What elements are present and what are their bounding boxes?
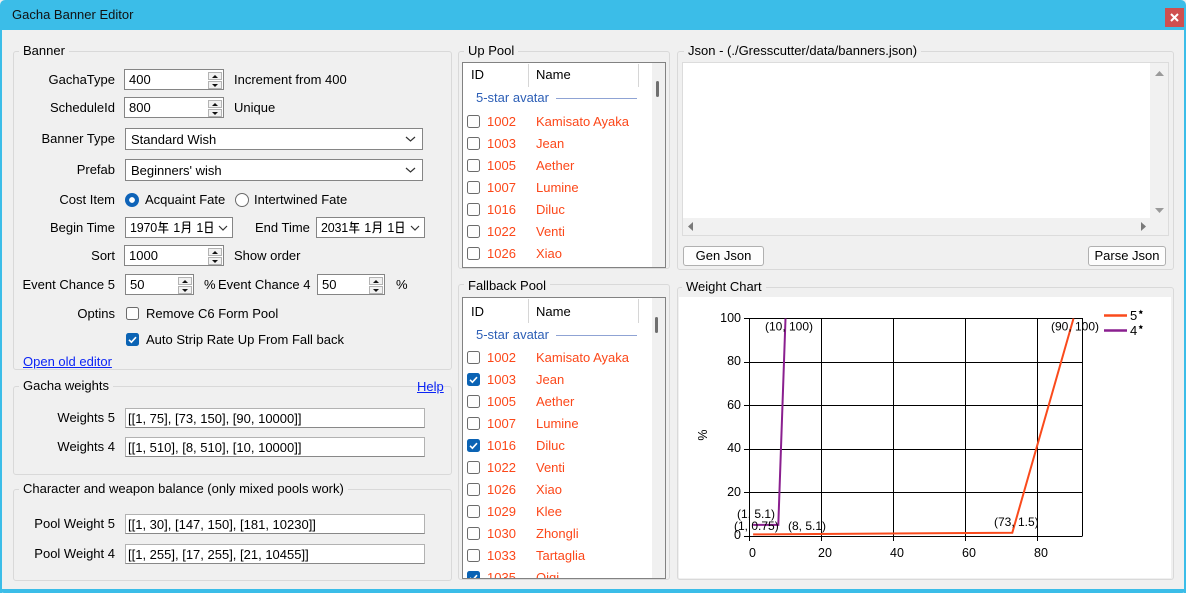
svg-text:(10, 100): (10, 100) [765,320,813,334]
svg-text:40: 40 [727,441,741,455]
svg-text:4: 4 [1130,323,1137,338]
svg-text:5: 5 [1130,308,1137,323]
svg-text:(90, 100): (90, 100) [1051,320,1099,334]
svg-text:(73, 1.5): (73, 1.5) [994,515,1039,529]
svg-text:60: 60 [727,398,741,412]
svg-text:100: 100 [720,311,741,325]
svg-text:60: 60 [962,546,976,560]
svg-text:(8, 5.1): (8, 5.1) [788,519,826,533]
svg-text:80: 80 [727,354,741,368]
svg-text:%: % [696,429,710,440]
svg-text:(1, 0.75): (1, 0.75) [734,519,779,533]
svg-text:20: 20 [818,546,832,560]
svg-text:20: 20 [727,485,741,499]
svg-text:80: 80 [1034,546,1048,560]
svg-text:40: 40 [890,546,904,560]
svg-text:0: 0 [749,546,756,560]
